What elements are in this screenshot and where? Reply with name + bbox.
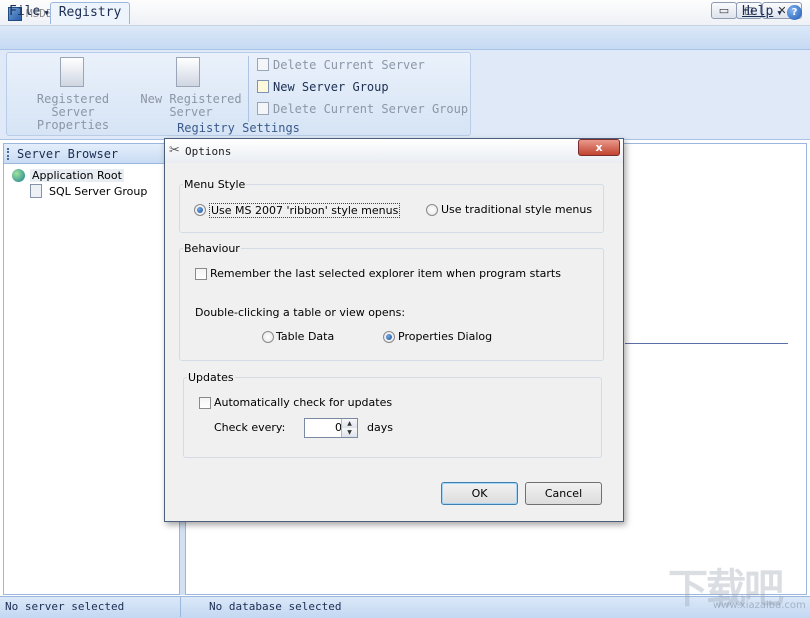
delete-current-server-label: Delete Current Server: [273, 58, 425, 72]
status-database: No database selected: [209, 600, 342, 613]
ribbon-separator: [248, 56, 249, 122]
content-divider: [625, 343, 788, 344]
server-browser-panel: [3, 143, 180, 595]
delete-current-server-button[interactable]: Delete Current Server: [257, 58, 425, 72]
table-data-radio[interactable]: [262, 331, 274, 343]
traditional-style-label[interactable]: Use traditional style menus: [441, 203, 592, 216]
remember-explorer-label[interactable]: Remember the last selected explorer item…: [210, 267, 561, 280]
check-every-label: Check every:: [214, 421, 286, 434]
new-registered-server-button[interactable]: New Registered Server: [140, 93, 242, 119]
tree-item-application-root[interactable]: Application Root: [30, 169, 124, 182]
server-properties-icon: [60, 57, 84, 87]
new-group-icon: [257, 80, 269, 93]
tree-item-sql-server-group[interactable]: SQL Server Group: [49, 185, 147, 198]
remember-explorer-checkbox[interactable]: [195, 268, 207, 280]
file-menu-label: File: [9, 4, 41, 19]
properties-dialog-label[interactable]: Properties Dialog: [398, 330, 492, 343]
ribbon-style-radio[interactable]: [194, 204, 206, 216]
menu-style-legend: Menu Style: [183, 178, 247, 191]
table-data-label[interactable]: Table Data: [276, 330, 334, 343]
new-server-group-button[interactable]: New Server Group: [257, 80, 389, 94]
menu-bar: [0, 26, 810, 50]
check-every-value[interactable]: 0: [304, 421, 342, 434]
behaviour-legend: Behaviour: [183, 242, 241, 255]
behaviour-group: [179, 248, 604, 361]
delete-current-server-group-button[interactable]: Delete Current Server Group: [257, 102, 468, 116]
double-click-label: Double-clicking a table or view opens:: [195, 306, 406, 319]
auto-update-checkbox[interactable]: [199, 397, 211, 409]
tab-registry[interactable]: Registry: [50, 2, 130, 24]
days-label: days: [367, 421, 393, 434]
traditional-style-radio[interactable]: [426, 204, 438, 216]
grip-icon[interactable]: [7, 148, 10, 160]
delete-server-icon: [257, 58, 269, 71]
updates-legend: Updates: [187, 371, 235, 384]
updates-group: [183, 377, 602, 458]
stepper-up-icon[interactable]: ▲: [341, 419, 357, 428]
chevron-down-icon: ▼: [40, 9, 49, 17]
stepper-down-icon[interactable]: ▼: [341, 428, 357, 437]
cancel-button[interactable]: Cancel: [525, 482, 602, 505]
file-menu[interactable]: File ▼: [3, 2, 55, 21]
server-browser-title: Server Browser: [17, 147, 119, 161]
server-group-icon: [30, 184, 42, 198]
properties-dialog-radio[interactable]: [383, 331, 395, 343]
ok-button[interactable]: OK: [441, 482, 518, 505]
delete-group-icon: [257, 102, 269, 115]
new-server-icon: [176, 57, 200, 87]
dialog-title: Options: [185, 145, 232, 158]
minimize-button[interactable]: ▭: [711, 2, 737, 19]
help-menu-label: Help: [742, 4, 774, 19]
watermark-url: www.xiazaiba.com: [713, 600, 806, 611]
help-menu[interactable]: Help ▼: [742, 4, 782, 19]
ribbon-group-label: Registry Settings: [177, 121, 300, 135]
dialog-titlebar: [165, 139, 623, 163]
chevron-down-icon: ▼: [773, 9, 782, 17]
ribbon-style-label[interactable]: Use MS 2007 'ribbon' style menus: [209, 203, 401, 218]
auto-update-label[interactable]: Automatically check for updates: [214, 396, 392, 409]
globe-icon: [12, 169, 25, 182]
status-server: No server selected: [5, 600, 125, 613]
delete-current-server-group-label: Delete Current Server Group: [273, 102, 469, 116]
new-server-group-label: New Server Group: [273, 80, 389, 94]
tools-icon: ✂: [169, 143, 180, 158]
dialog-close-button[interactable]: x: [578, 139, 620, 156]
help-icon[interactable]: ?: [787, 5, 802, 20]
status-separator: [180, 597, 181, 617]
